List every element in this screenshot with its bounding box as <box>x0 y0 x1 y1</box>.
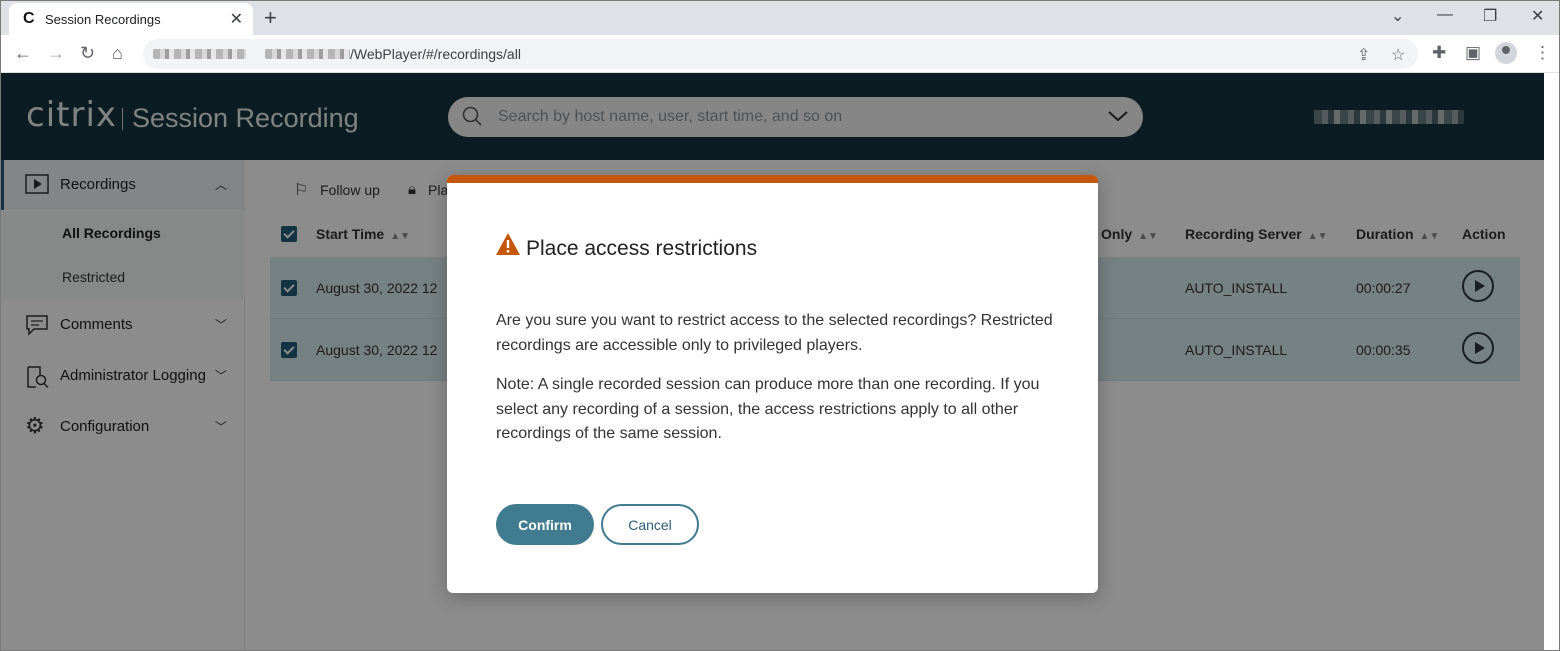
reload-icon[interactable]: ↻ <box>80 43 95 64</box>
restore-icon[interactable]: ❐ <box>1483 6 1497 26</box>
dialog-message: Are you sure you want to restrict access… <box>496 312 1053 354</box>
side-panel-icon[interactable]: ▣ <box>1465 43 1481 63</box>
tab-search-chevron-icon[interactable]: ⌄ <box>1391 6 1404 26</box>
forward-icon[interactable]: → <box>47 43 65 64</box>
cancel-button[interactable]: Cancel <box>601 504 699 545</box>
redacted-host <box>153 49 246 59</box>
minimize-icon[interactable]: — <box>1437 6 1453 24</box>
share-icon[interactable]: ⇪ <box>1357 45 1370 65</box>
browser-window: C Session Recordings ✕ + ⌄ — ❐ ✕ ← → ↻ ⌂… <box>0 0 1560 651</box>
dialog-note: Note: A single recorded session can prod… <box>496 376 1040 442</box>
url-text: /WebPlayer/#/recordings/all <box>350 46 521 62</box>
bookmark-star-icon[interactable]: ☆ <box>1391 45 1405 65</box>
close-tab-icon[interactable]: ✕ <box>230 9 243 29</box>
profile-avatar[interactable] <box>1495 42 1517 64</box>
home-icon[interactable]: ⌂ <box>112 43 123 64</box>
browser-toolbar: ← → ↻ ⌂ /WebPlayer/#/recordings/all ⇪ ☆ … <box>1 35 1559 73</box>
warning-icon <box>496 233 520 255</box>
dialog-title: Place access restrictions <box>526 237 758 260</box>
browser-tab[interactable]: C Session Recordings ✕ <box>9 3 253 35</box>
menu-kebab-icon[interactable]: ⋮ <box>1534 43 1551 63</box>
tab-strip: C Session Recordings ✕ + ⌄ — ❐ ✕ <box>1 1 1559 35</box>
citrix-favicon-icon: C <box>23 10 35 27</box>
redacted-domain <box>265 49 350 59</box>
confirm-button[interactable]: Confirm <box>496 504 594 545</box>
restriction-dialog: Place access restrictions Are you sure y… <box>447 175 1098 593</box>
extensions-icon[interactable]: ✚ <box>1432 43 1446 63</box>
address-bar[interactable]: /WebPlayer/#/recordings/all ⇪ ☆ <box>143 39 1418 69</box>
new-tab-icon[interactable]: + <box>264 5 277 31</box>
tab-title: Session Recordings <box>45 12 161 27</box>
back-icon[interactable]: ← <box>14 43 32 64</box>
close-window-icon[interactable]: ✕ <box>1531 6 1544 26</box>
dialog-accent-bar <box>447 175 1098 183</box>
